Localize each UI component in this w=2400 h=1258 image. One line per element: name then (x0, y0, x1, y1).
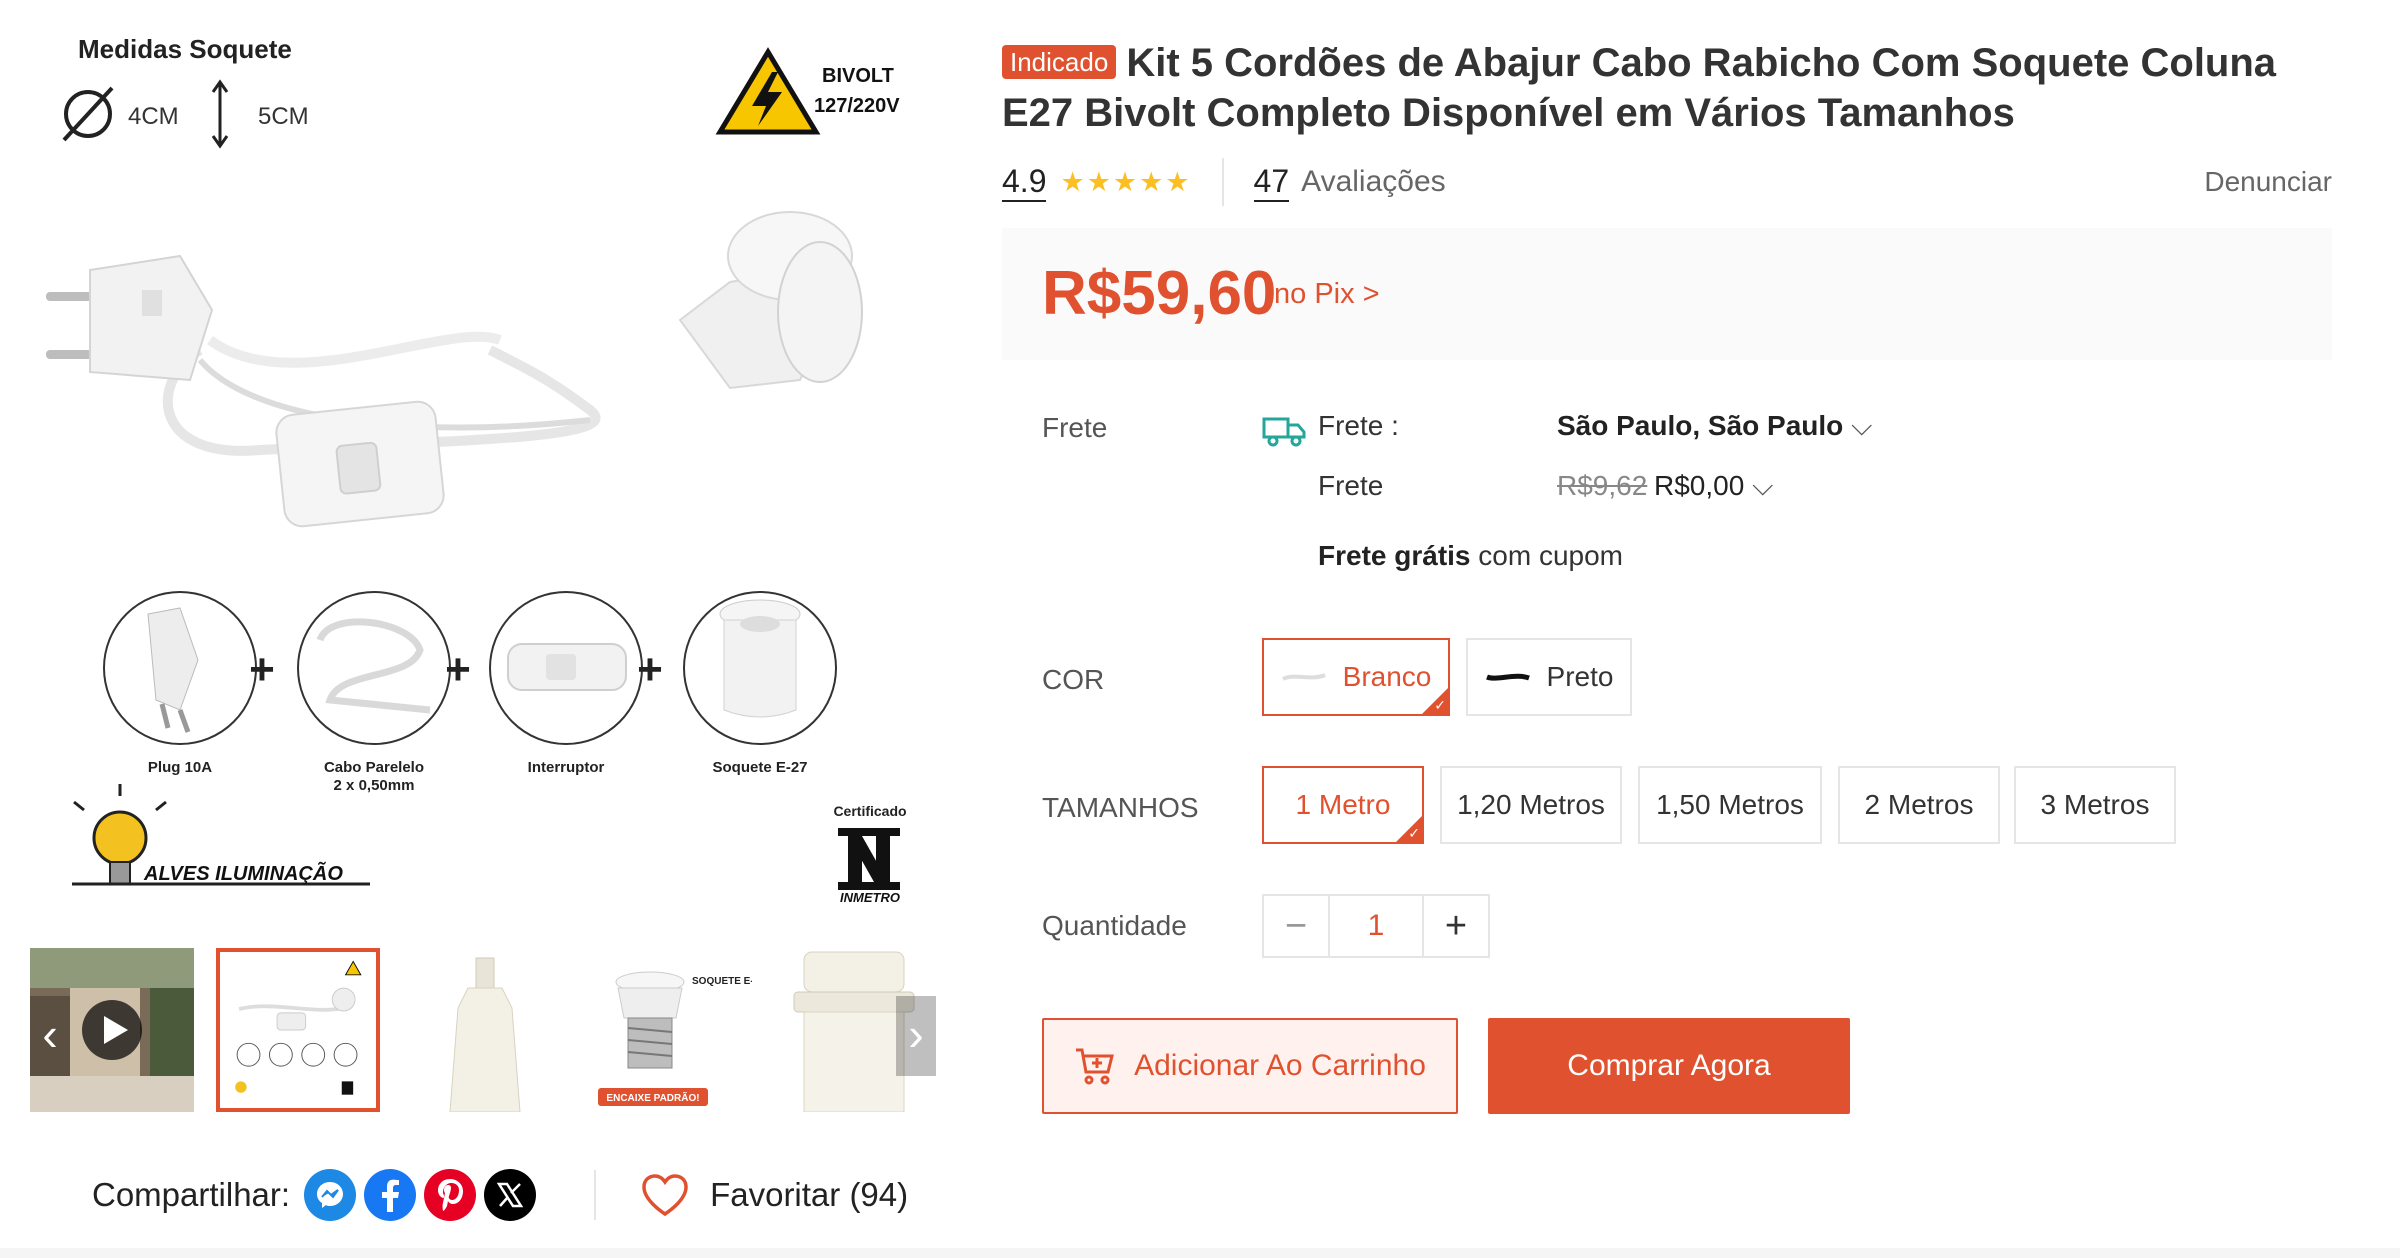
star-rating-icon: ★★★★★ (1060, 166, 1192, 197)
thumbnail-overview[interactable] (216, 948, 380, 1112)
size-label: TAMANHOS (1042, 792, 1199, 823)
cert-label: Certificado (833, 803, 906, 819)
size-option-3-metros[interactable]: 3 Metros (2014, 766, 2176, 844)
quantity-input[interactable]: 1 (1328, 896, 1424, 956)
free-shipping-rest: com cupom (1470, 540, 1623, 571)
payment-method-link[interactable]: no Pix > (1274, 278, 1380, 311)
size-option-label: 2 Metros (1864, 789, 1974, 820)
thumbnail-socket-e27[interactable]: SOQUETE E-27 ENCAIXE PADRÃO! (588, 948, 752, 1112)
share-row: Compartilhar: Favoritar (94) (92, 1160, 908, 1230)
color-option-label: Preto (1546, 661, 1614, 692)
chevron-down-icon: ⌵ (1752, 470, 1774, 501)
facebook-icon[interactable] (364, 1169, 417, 1221)
buy-now-button[interactable]: Comprar Agora (1488, 1018, 1850, 1114)
report-link[interactable]: Denunciar (2204, 166, 2332, 198)
size-option-label: 3 Metros (2040, 789, 2150, 820)
cert-name: INMETRO (840, 890, 900, 905)
product-illustration: Medidas Soquete 4CM 5CM BIVOLT 127/220V (46, 34, 907, 905)
rating-row: 4.9 ★★★★★ 47 Avaliações Denunciar (1002, 158, 2332, 206)
voltage-value: 127/220V (814, 95, 900, 117)
thumb-socket-caption: ENCAIXE PADRÃO! (606, 1091, 699, 1104)
rating-value[interactable]: 4.9 (1002, 162, 1047, 202)
part-label-cable: Cabo Parelelo (324, 759, 424, 776)
thumb-socket-label: SOQUETE E-27 (692, 976, 752, 987)
shipping-prefix: Frete : (1318, 410, 1399, 441)
shipping-destination: São Paulo, São Paulo (1557, 410, 1844, 441)
quantity-decrease-button[interactable]: − (1264, 896, 1328, 956)
white-cord-swatch-icon (1281, 673, 1326, 681)
free-shipping-note: Frete grátis com cupom (1318, 540, 1623, 572)
color-option-label: Branco (1342, 661, 1432, 692)
height-value: 5CM (258, 103, 309, 130)
shipping-price-selector[interactable]: R$0,00 ⌵ (1654, 470, 1773, 503)
thumbnail-next-button[interactable]: › (896, 996, 936, 1076)
heart-icon[interactable] (638, 1168, 692, 1222)
quantity-stepper: − 1 + (1262, 894, 1490, 958)
reviews-count[interactable]: 47 (1253, 162, 1290, 202)
free-shipping-bold: Frete grátis (1318, 540, 1471, 571)
rating-divider (1221, 158, 1224, 206)
brand-logo: ALVES ILUMINAÇÃO (72, 784, 370, 886)
color-option-preto[interactable]: Preto (1466, 638, 1632, 716)
inmetro-logo: Certificado INMETRO (833, 803, 906, 905)
size-option-2-metros[interactable]: 2 Metros (1838, 766, 2000, 844)
size-option-label: 1,50 Metros (1656, 789, 1804, 820)
shipping-new-price: R$0,00 (1654, 470, 1745, 501)
recommended-badge: Indicado (1002, 45, 1117, 79)
size-option-1-metro[interactable]: 1 Metro ✓ (1262, 766, 1424, 844)
voltage-title: BIVOLT (822, 65, 894, 87)
part-label-switch: Interruptor (528, 759, 605, 776)
product-gallery: Medidas Soquete 4CM 5CM BIVOLT 127/220V (0, 0, 960, 1258)
add-to-cart-label: Adicionar Ao Carrinho (1134, 1049, 1426, 1082)
black-cord-swatch-icon (1485, 673, 1530, 681)
thumbnail-socket-side[interactable] (402, 948, 566, 1112)
pinterest-icon[interactable] (424, 1169, 477, 1221)
product-price: R$59,60 (1042, 259, 1277, 328)
shipping-old-price: R$9,62 (1557, 470, 1648, 501)
truck-icon (1262, 417, 1306, 447)
add-to-cart-button[interactable]: Adicionar Ao Carrinho (1042, 1018, 1458, 1114)
measure-title: Medidas Soquete (78, 34, 292, 64)
part-label-plug: Plug 10A (148, 759, 212, 776)
product-title-text: Kit 5 Cordões de Abajur Cabo Rabicho Com… (1002, 41, 2277, 135)
diameter-value: 4CM (128, 103, 179, 130)
share-label: Compartilhar: (92, 1176, 291, 1213)
shipping-destination-selector[interactable]: São Paulo, São Paulo ⌵ (1557, 410, 1872, 443)
cord-photo (46, 211, 863, 528)
svg-text:+: + (249, 645, 275, 694)
thumbnail-prev-button[interactable]: ‹ (30, 996, 70, 1076)
size-option-label: 1 Metro (1295, 789, 1391, 820)
buy-now-label: Comprar Agora (1567, 1049, 1771, 1082)
color-option-branco[interactable]: Branco ✓ (1262, 638, 1450, 716)
quantity-increase-button[interactable]: + (1424, 896, 1488, 956)
part-cable-icon (297, 591, 451, 745)
svg-text:+: + (445, 645, 471, 694)
x-icon[interactable] (484, 1169, 537, 1221)
part-label-cable-spec: 2 x 0,50mm (334, 777, 415, 794)
size-option-1-20-metros[interactable]: 1,20 Metros (1440, 766, 1622, 844)
thumbnail-strip: ‹ SOQUETE E ENCAIXE PADRÃO! › (30, 948, 938, 1116)
share-divider (594, 1170, 597, 1220)
shipping-label-2: Frete (1318, 470, 1384, 501)
messenger-icon[interactable] (304, 1169, 357, 1221)
size-option-label: 1,20 Metros (1457, 789, 1605, 820)
quantity-label: Quantidade (1042, 910, 1187, 941)
cart-add-icon (1076, 1048, 1114, 1085)
brand-name: ALVES ILUMINAÇÃO (143, 862, 343, 885)
part-label-socket: Soquete E-27 (712, 759, 807, 776)
color-label: COR (1042, 664, 1105, 695)
chevron-down-icon: ⌵ (1851, 410, 1873, 441)
favorite-button[interactable]: Favoritar (94) (710, 1176, 908, 1214)
svg-text:+: + (637, 645, 663, 694)
product-title: Indicado Kit 5 Cordões de Abajur Cabo Rab… (1002, 38, 2332, 138)
price-box: R$59,60 no Pix > (1002, 228, 2332, 360)
page-bottom-divider (0, 1248, 2400, 1258)
reviews-label[interactable]: Avaliações (1301, 165, 1446, 199)
size-option-1-50-metros[interactable]: 1,50 Metros (1638, 766, 1822, 844)
main-product-image[interactable]: Medidas Soquete 4CM 5CM BIVOLT 127/220V (30, 20, 930, 920)
shipping-label: Frete (1042, 412, 1108, 443)
